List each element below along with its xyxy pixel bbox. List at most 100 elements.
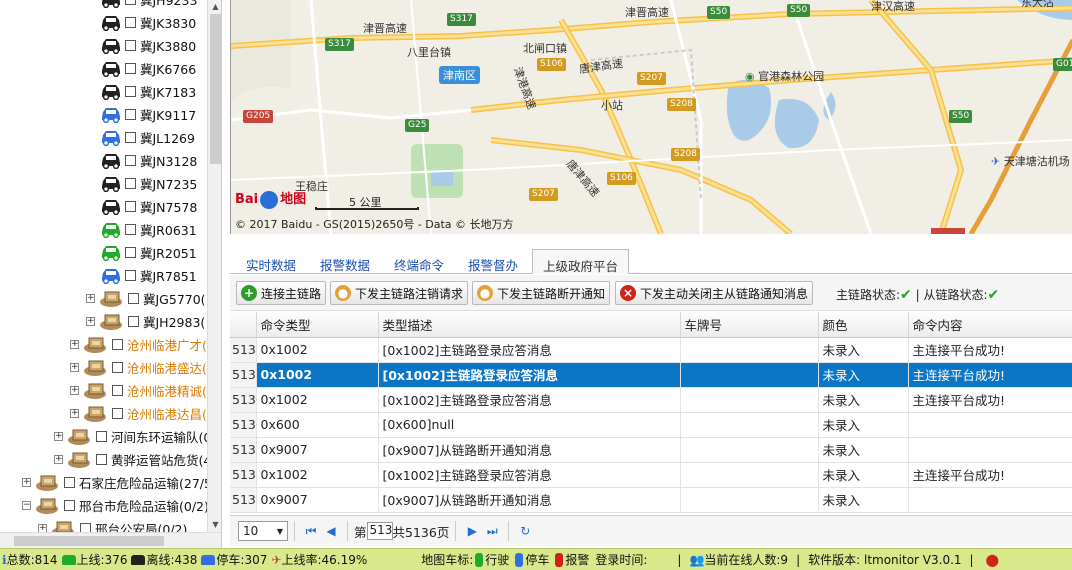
h-scroll-thumb[interactable]	[14, 536, 164, 546]
tab-alarm-supervise[interactable]: 报警督办	[458, 249, 528, 274]
tree-checkbox[interactable]	[96, 453, 107, 465]
expand-icon[interactable]: +	[86, 293, 95, 303]
tree-checkbox[interactable]	[125, 154, 136, 166]
expand-icon[interactable]: +	[70, 408, 79, 418]
tree-checkbox[interactable]	[125, 39, 136, 51]
tree-checkbox[interactable]	[64, 476, 75, 488]
table-row[interactable]: 513 0x9007 [0x9007]从链路断开通知消息 未录入	[230, 437, 1072, 463]
tree-checkbox[interactable]	[125, 246, 136, 258]
tree-vehicle-node[interactable]: 冀JH9233	[100, 0, 197, 10]
tree-checkbox[interactable]	[112, 338, 123, 350]
tree-fleet-node[interactable]: + 河间东环运输队(0	[54, 425, 211, 447]
tree-company-node[interactable]: + 沧州临港广才(2	[70, 333, 215, 355]
group-label: 冀JG5770(	[143, 291, 206, 307]
tree-checkbox[interactable]	[125, 108, 136, 120]
col-header-color[interactable]: 颜色	[818, 312, 909, 338]
table-row[interactable]: 513 0x1002 [0x1002]主链路登录应答消息 未录入 主连接平台成功!	[230, 462, 1072, 488]
tree-checkbox[interactable]	[112, 384, 123, 396]
col-header-content[interactable]: 命令内容	[908, 312, 1072, 338]
page-size-select[interactable]: 10 ▼	[238, 521, 288, 541]
expand-icon[interactable]: +	[54, 454, 63, 464]
tree-company-node[interactable]: + 沧州临港达昌(2	[70, 402, 215, 424]
tree-horizontal-scrollbar[interactable]	[0, 532, 221, 548]
prev-page-icon[interactable]: ◀	[321, 521, 341, 541]
tree-vehicle-node[interactable]: 冀JN7578	[100, 195, 197, 217]
tree-checkbox[interactable]	[125, 0, 136, 5]
connect-main-link-button[interactable]: + 连接主链路	[236, 281, 327, 305]
tree-checkbox[interactable]	[125, 200, 136, 212]
tree-vertical-scrollbar[interactable]: ▲ ▼	[207, 0, 221, 532]
scroll-down-icon[interactable]: ▼	[208, 518, 221, 532]
send-logout-request-button[interactable]: ● 下发主链路注销请求	[330, 281, 469, 305]
cell-desc: [0x1002]主链路登录应答消息	[378, 387, 681, 413]
table-row[interactable]: 513 0x9007 [0x9007]从链路断开通知消息 未录入	[230, 487, 1072, 513]
tab-alarm[interactable]: 报警数据	[310, 249, 380, 274]
first-page-icon[interactable]: ⏮	[301, 521, 321, 541]
tree-fleet-node[interactable]: + 石家庄危险品运输(27/5	[22, 471, 212, 493]
tree-group-node[interactable]: + 冀JG5770(	[86, 287, 206, 309]
vehicle-plate: 冀JK6766	[140, 61, 197, 77]
expand-icon[interactable]: +	[22, 477, 31, 487]
tree-checkbox[interactable]	[128, 292, 139, 304]
send-close-link-notice-button[interactable]: × 下发主动关闭主从链路通知消息	[615, 281, 814, 305]
tree-checkbox[interactable]	[96, 430, 107, 442]
tree-checkbox[interactable]	[125, 16, 136, 28]
tree-vehicle-node[interactable]: 冀JK6766	[100, 57, 196, 79]
col-header-desc[interactable]: 类型描述	[378, 312, 681, 338]
tree-vehicle-node[interactable]: 冀JK7183	[100, 80, 196, 102]
refresh-icon[interactable]: ↻	[515, 521, 535, 541]
send-disconnect-notice-button[interactable]: ● 下发主链路断开通知	[472, 281, 611, 305]
tab-gov-platform[interactable]: 上级政府平台	[532, 249, 630, 274]
expand-icon[interactable]: +	[70, 339, 79, 349]
tree-checkbox[interactable]	[112, 361, 123, 373]
users-icon: 👥	[689, 552, 705, 567]
tree-vehicle-node[interactable]: 冀JN3128	[100, 149, 197, 171]
table-row[interactable]: 513 0x600 [0x600]null 未录入	[230, 412, 1072, 438]
expand-icon[interactable]: +	[54, 431, 63, 441]
tab-realtime[interactable]: 实时数据	[236, 249, 306, 274]
tree-vehicle-node[interactable]: 冀JK3830	[100, 11, 196, 33]
tree-checkbox[interactable]	[125, 85, 136, 97]
tab-terminal-command[interactable]: 终端命令	[384, 249, 454, 274]
col-header-plate[interactable]: 车牌号	[680, 312, 819, 338]
tree-vehicle-node[interactable]: 冀JR7851	[100, 264, 197, 286]
tree-company-node[interactable]: + 沧州临港精诚(6	[70, 379, 215, 401]
expand-icon[interactable]: +	[70, 385, 79, 395]
tree-checkbox[interactable]	[125, 62, 136, 74]
tree-checkbox[interactable]	[128, 315, 139, 327]
tree-checkbox[interactable]	[64, 499, 75, 511]
tree-checkbox[interactable]	[125, 223, 136, 235]
page-number-input[interactable]: 5135	[366, 522, 393, 540]
tree-vehicle-node[interactable]: 冀JN7235	[100, 172, 197, 194]
tree-vehicle-node[interactable]: 冀JR2051	[100, 241, 197, 263]
alert-icon[interactable]: ⬤	[986, 553, 999, 567]
tree-fleet-node[interactable]: − 邢台市危险品运输(0/2)	[22, 494, 209, 516]
tree-checkbox[interactable]	[125, 177, 136, 189]
cell-desc: [0x1002]主链路登录应答消息	[378, 337, 681, 363]
scroll-up-icon[interactable]: ▲	[208, 0, 221, 14]
tree-vehicle-node[interactable]: 冀JK3880	[100, 34, 196, 56]
tree-company-node[interactable]: + 沧州临港盛达(1	[70, 356, 215, 378]
road-shield: S317	[325, 38, 354, 51]
tree-checkbox[interactable]	[125, 269, 136, 281]
table-row[interactable]: 513 0x1002 [0x1002]主链路登录应答消息 未录入 主连接平台成功!	[230, 387, 1072, 413]
scroll-thumb[interactable]	[210, 14, 221, 164]
tree-checkbox[interactable]	[125, 131, 136, 143]
package-icon	[99, 288, 125, 308]
tree-vehicle-node[interactable]: 冀JK9117	[100, 103, 196, 125]
tree-checkbox[interactable]	[112, 407, 123, 419]
vehicle-plate: 冀JK3830	[140, 15, 197, 31]
col-header-cmd[interactable]: 命令类型	[256, 312, 379, 338]
expand-icon[interactable]: +	[86, 316, 95, 326]
table-row[interactable]: 513 0x1002 [0x1002]主链路登录应答消息 未录入 主连接平台成功!	[230, 362, 1072, 388]
tree-vehicle-node[interactable]: 冀JR0631	[100, 218, 197, 240]
table-row[interactable]: 513 0x1002 [0x1002]主链路登录应答消息 未录入 主连接平台成功!	[230, 337, 1072, 363]
tree-fleet-node[interactable]: + 黄骅运管站危货(4	[54, 448, 211, 470]
map-view[interactable]: 八里台镇 北闸口镇 津南区 小站 ◉ 官港森林公园 王稳庄 ✈ 天津塘沽机场 东…	[230, 0, 1072, 234]
expand-icon[interactable]: +	[70, 362, 79, 372]
next-page-icon[interactable]: ▶	[462, 521, 482, 541]
tree-group-node[interactable]: + 冀JH2983(	[86, 310, 205, 332]
expand-icon[interactable]: −	[22, 500, 31, 510]
last-page-icon[interactable]: ⏭	[482, 521, 502, 541]
tree-vehicle-node[interactable]: 冀JL1269	[100, 126, 195, 148]
